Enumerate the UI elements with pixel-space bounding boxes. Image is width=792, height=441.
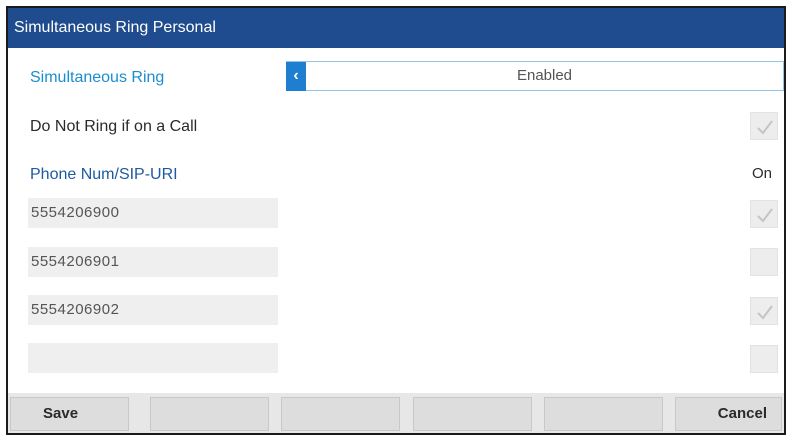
checkmark-icon bbox=[757, 120, 773, 135]
softkey-2[interactable] bbox=[150, 397, 269, 431]
softkey-5[interactable] bbox=[544, 397, 663, 431]
cancel-button[interactable]: Cancel bbox=[675, 397, 782, 431]
do-not-ring-label: Do Not Ring if on a Call bbox=[30, 118, 198, 135]
number-on-checkbox[interactable] bbox=[750, 345, 778, 373]
number-on-checkbox[interactable] bbox=[750, 200, 778, 228]
phone-num-header: Phone Num/SIP-URI bbox=[30, 166, 178, 183]
simultaneous-ring-label: Simultaneous Ring bbox=[30, 69, 165, 86]
do-not-ring-checkbox[interactable] bbox=[750, 112, 778, 140]
phone-number-field[interactable]: 5554206901 bbox=[28, 247, 278, 277]
page-title: Simultaneous Ring Personal bbox=[8, 8, 784, 48]
number-on-checkbox[interactable] bbox=[750, 248, 778, 276]
checkmark-icon bbox=[757, 305, 773, 320]
on-column-header: On bbox=[752, 165, 773, 182]
number-on-checkbox[interactable] bbox=[750, 297, 778, 325]
checkmark-icon bbox=[757, 208, 773, 223]
softkey-bar: Save Cancel bbox=[8, 393, 784, 433]
chevron-left-icon[interactable]: ‹ bbox=[286, 62, 306, 91]
simultaneous-ring-selector[interactable]: ‹ Enabled bbox=[286, 61, 784, 91]
phone-screen: Simultaneous Ring Personal Simultaneous … bbox=[6, 6, 786, 435]
save-button[interactable]: Save bbox=[10, 397, 129, 431]
phone-number-field[interactable] bbox=[28, 343, 278, 373]
phone-number-field[interactable]: 5554206902 bbox=[28, 295, 278, 325]
softkey-4[interactable] bbox=[413, 397, 532, 431]
simultaneous-ring-value: Enabled bbox=[516, 67, 573, 84]
phone-number-field[interactable]: 5554206900 bbox=[28, 198, 278, 228]
softkey-3[interactable] bbox=[281, 397, 400, 431]
